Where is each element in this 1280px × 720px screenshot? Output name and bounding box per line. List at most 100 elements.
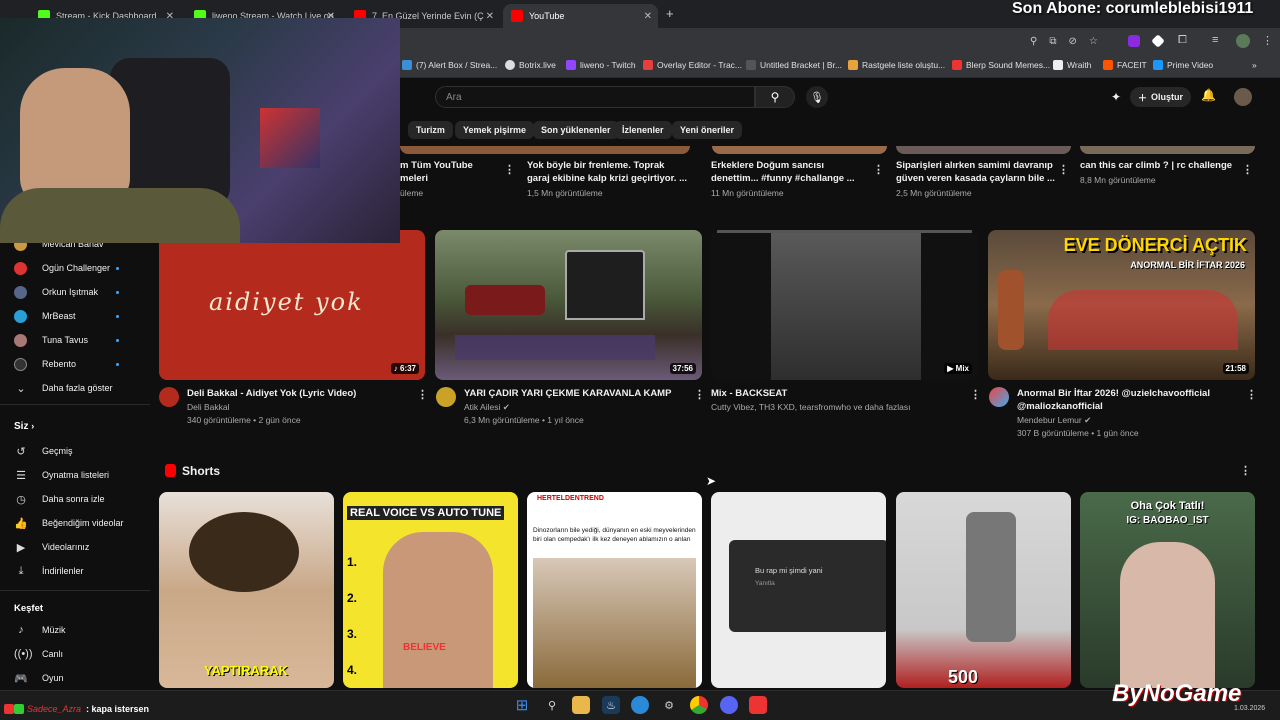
chat-badge-icon [4, 704, 14, 714]
discord-icon[interactable] [720, 696, 738, 714]
close-tab-icon[interactable]: ✕ [486, 11, 494, 22]
mic-button[interactable]: 🎙 [806, 86, 828, 108]
search-input[interactable]: Ara [435, 86, 755, 108]
browser-tab-active[interactable]: YouTube ✕ [503, 4, 658, 28]
channel-name[interactable]: Mendebur Lemur ✔ [1017, 414, 1091, 427]
bookmark[interactable]: (7) Alert Box / Strea... [402, 60, 497, 70]
video-menu-icon[interactable]: ⋮ [1246, 388, 1257, 401]
chip-filter[interactable]: Yeni öneriler [672, 121, 743, 139]
shorts-menu-icon[interactable]: ⋮ [1240, 464, 1251, 477]
extension-icon[interactable] [1151, 34, 1165, 48]
extension-icon[interactable] [1128, 35, 1140, 47]
video-thumbnail[interactable] [400, 146, 690, 154]
video-title[interactable]: Anormal Bir İftar 2026! @uzielchavooffic… [1017, 387, 1237, 413]
sidebar-subscription[interactable]: Tuna Tavus [14, 330, 88, 350]
video-title[interactable]: Mix - BACKSEAT [711, 387, 951, 400]
bell-icon[interactable]: 🔔 [1201, 88, 1216, 102]
bookmark[interactable]: Prime Video [1153, 60, 1213, 70]
short-card[interactable]: Bu rap mi şimdi yani Yanıtla [711, 492, 886, 688]
new-tab-button[interactable]: + [666, 6, 674, 21]
short-card[interactable]: Oha Çok Tatlı! IG: BAOBAO_IST [1080, 492, 1255, 688]
short-card[interactable]: REAL VOICE VS AUTO TUNE 1. 2. 3. 4. BELIEVE [343, 492, 518, 688]
bookmark[interactable]: Wraith [1053, 60, 1091, 70]
sidebar-item-history[interactable]: ↺ Geçmiş [14, 441, 72, 461]
sidebar-item-music[interactable]: ♪ Müzik [14, 620, 65, 640]
video-thumbnail[interactable] [1080, 146, 1255, 154]
sidebar-subscription[interactable]: Rebento [14, 354, 76, 374]
bookmark[interactable]: liweno - Twitch [566, 60, 636, 70]
sidebar-item-downloads[interactable]: ⤓ İndirilenler [14, 561, 84, 581]
edge-icon[interactable] [631, 696, 649, 714]
video-menu-icon[interactable]: ⋮ [873, 163, 884, 176]
puzzle-icon[interactable]: ⧠ [1178, 34, 1187, 47]
chrome-icon[interactable] [690, 696, 708, 714]
channel-avatar[interactable] [436, 387, 456, 407]
video-thumbnail[interactable]: EVE DÖNERCİ AÇTIK ANORMAL BİR İFTAR 2026… [988, 230, 1255, 380]
video-menu-icon[interactable]: ⋮ [1058, 163, 1069, 176]
video-title[interactable]: Erkeklere Doğum sancısı denettim... #funn… [711, 159, 871, 185]
video-thumbnail[interactable] [712, 146, 887, 154]
channel-name[interactable]: Atik Ailesi ✔ [464, 401, 510, 414]
bookmark[interactable]: Blerp Sound Memes... [952, 60, 1050, 70]
search-button[interactable]: ⚲ [755, 86, 795, 108]
profile-avatar[interactable] [1236, 34, 1250, 48]
video-menu-icon[interactable]: ⋮ [970, 388, 981, 401]
sidebar-item-playlists[interactable]: ☰ Oynatma listeleri [14, 465, 109, 485]
video-title[interactable]: Deli Bakkal - Aidiyet Yok (Lyric Video) [187, 387, 407, 400]
sidebar-item-liked[interactable]: 👍 Beğendiğim videolar [14, 513, 123, 533]
short-card[interactable]: 500 [896, 492, 1071, 688]
sidebar-you-heading[interactable]: Siz › [14, 421, 34, 432]
steam-icon[interactable]: ♨ [602, 696, 620, 714]
video-title[interactable]: YARI ÇADIR YARI ÇEKME KARAVANLA KAMP [464, 387, 689, 400]
account-avatar[interactable] [1234, 88, 1252, 106]
sidebar-item-watch-later[interactable]: ◷ Daha sonra izle [14, 489, 104, 509]
short-card[interactable]: HERTELDENTREND Dinozorların bile yediği,… [527, 492, 702, 688]
menu-lines-icon[interactable]: ≡ [1212, 34, 1218, 46]
video-thumbnail[interactable]: aidiyet yok ♪ 6:37 [159, 230, 425, 380]
video-title[interactable]: Yok böyle bir frenleme. Toprak garaj ekib… [527, 159, 687, 185]
short-card[interactable]: YAPTIRARAK [159, 492, 334, 688]
sidebar-item-live[interactable]: ((•)) Canlı [14, 644, 63, 664]
cast-icon[interactable]: ✦ [1111, 90, 1121, 104]
video-menu-icon[interactable]: ⋮ [504, 163, 515, 176]
sidebar-item-gaming[interactable]: 🎮 Oyun [14, 668, 63, 688]
sidebar-item-your-videos[interactable]: ▶ Videolarınız [14, 537, 90, 557]
video-title[interactable]: Siparişleri alırken samimi davranıp güven… [896, 159, 1056, 185]
file-explorer-icon[interactable] [572, 696, 590, 714]
video-menu-icon[interactable]: ⋮ [694, 388, 705, 401]
sidebar-show-more[interactable]: ⌄ Daha fazla göster [14, 378, 112, 398]
close-tab-icon[interactable]: ✕ [644, 11, 652, 22]
sidebar-subscription[interactable]: Orkun Işıtmak [14, 282, 98, 302]
kebab-menu-icon[interactable]: ⋮ [1262, 34, 1273, 47]
bookmark[interactable]: Overlay Editor - Trac... [643, 60, 742, 70]
bookmark[interactable]: Botrix.live [505, 60, 556, 70]
app-icon[interactable] [749, 696, 767, 714]
bookmark[interactable]: Rastgele liste oluştu... [848, 60, 945, 70]
video-menu-icon[interactable]: ⋮ [417, 388, 428, 401]
video-title[interactable]: can this car climb ? | rc challenge [1080, 159, 1240, 172]
more-bookmarks-icon[interactable]: » [1252, 60, 1257, 70]
channel-name[interactable]: Cutty Vibez, TH3 KXD, tearsfromwho ve da… [711, 401, 911, 414]
video-thumbnail[interactable] [896, 146, 1071, 154]
channel-avatar[interactable] [159, 387, 179, 407]
video-thumbnail[interactable]: ▶ Mix [711, 230, 978, 380]
channel-name[interactable]: Deli Bakkal [187, 401, 230, 414]
person-shape [1120, 542, 1215, 688]
video-title[interactable]: m Tüm YouTube meleri [400, 159, 500, 185]
sidebar-subscription[interactable]: MrBeast [14, 306, 76, 326]
bookmark[interactable]: FACEIT [1103, 60, 1147, 70]
chip-filter[interactable]: Son yüklenenler [533, 121, 619, 139]
settings-icon[interactable]: ⚙ [660, 696, 678, 714]
create-button[interactable]: ＋ Oluştur [1130, 87, 1192, 107]
video-thumbnail[interactable]: 37:56 [435, 230, 702, 380]
chip-filter[interactable]: İzlenenler [614, 121, 672, 139]
chip-filter[interactable]: Yemek pişirme [455, 121, 535, 139]
channel-avatar[interactable] [989, 387, 1009, 407]
bookmark[interactable]: Untitled Bracket | Br... [746, 60, 842, 70]
windows-start-icon[interactable]: ⊞ [513, 696, 531, 714]
search-icon[interactable]: ⚲ [543, 696, 561, 714]
chip-filter[interactable]: Turizm [408, 121, 453, 139]
video-menu-icon[interactable]: ⋮ [1242, 163, 1253, 176]
toolbar-icons[interactable]: ⚲⧉⊘☆ [1030, 36, 1110, 47]
sidebar-subscription[interactable]: Ogün Challenger [14, 258, 110, 278]
